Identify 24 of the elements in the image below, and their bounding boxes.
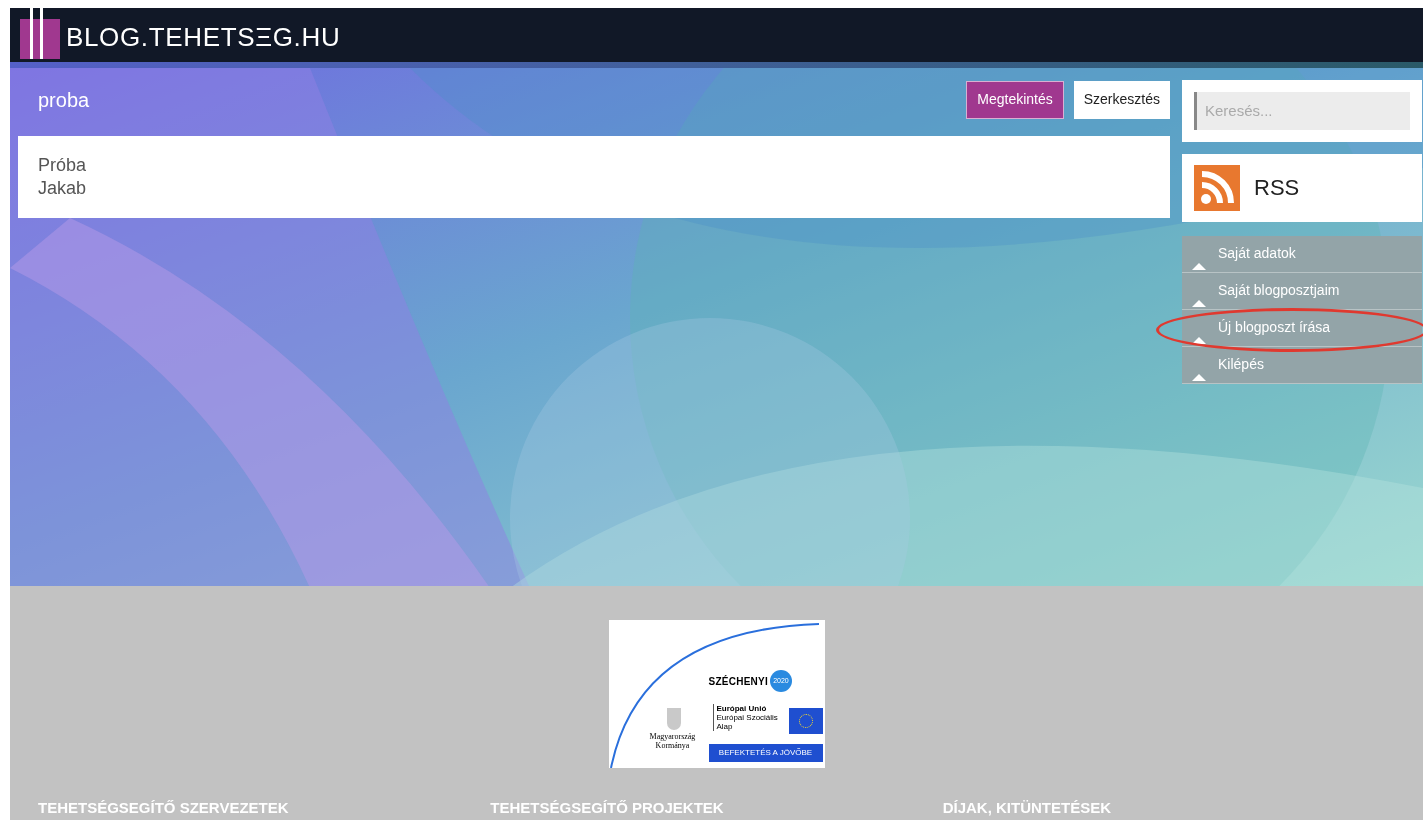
- post-body-line: Próba: [38, 153, 88, 177]
- triangle-icon: [1192, 336, 1206, 344]
- triangle-icon: [1192, 373, 1206, 381]
- logo-icon: [20, 6, 60, 59]
- rss-link[interactable]: RSS: [1254, 171, 1300, 205]
- menu-item[interactable]: Saját adatok: [1182, 235, 1422, 273]
- post-body-line: Jakab: [38, 176, 88, 200]
- sponsor-brand: SZÉCHENYI: [708, 674, 768, 689]
- post-title: proba: [38, 87, 91, 113]
- menu-item[interactable]: Saját blogposztjaim: [1182, 272, 1422, 310]
- post-action-tab[interactable]: Szerkesztés: [1073, 80, 1170, 119]
- post-action-tab[interactable]: Megtekintés: [966, 80, 1064, 119]
- eu-flag-icon: [788, 708, 823, 734]
- eu-label: Európai Unió Európai Szociális Alap: [712, 704, 778, 731]
- triangle-icon: [1192, 299, 1206, 307]
- footer-heading[interactable]: DÍJAK, KITÜNTETÉSEK: [942, 799, 1111, 816]
- site-logo-text[interactable]: BLOG.TEHETSΞG.HU: [66, 18, 341, 58]
- footer-heading[interactable]: TEHETSÉGSEGÍTŐ SZERVEZETEK: [38, 799, 289, 816]
- government-label: Magyarország Kormánya: [648, 732, 697, 750]
- footer-heading[interactable]: TEHETSÉGSEGÍTŐ PROJEKTEK: [490, 799, 724, 816]
- sponsor-slogan: BEFEKTETÉS A JÖVŐBE: [708, 744, 823, 762]
- search-field[interactable]: Keresés...: [1194, 91, 1410, 130]
- triangle-icon: [1192, 262, 1206, 270]
- rss-icon[interactable]: [1194, 164, 1240, 211]
